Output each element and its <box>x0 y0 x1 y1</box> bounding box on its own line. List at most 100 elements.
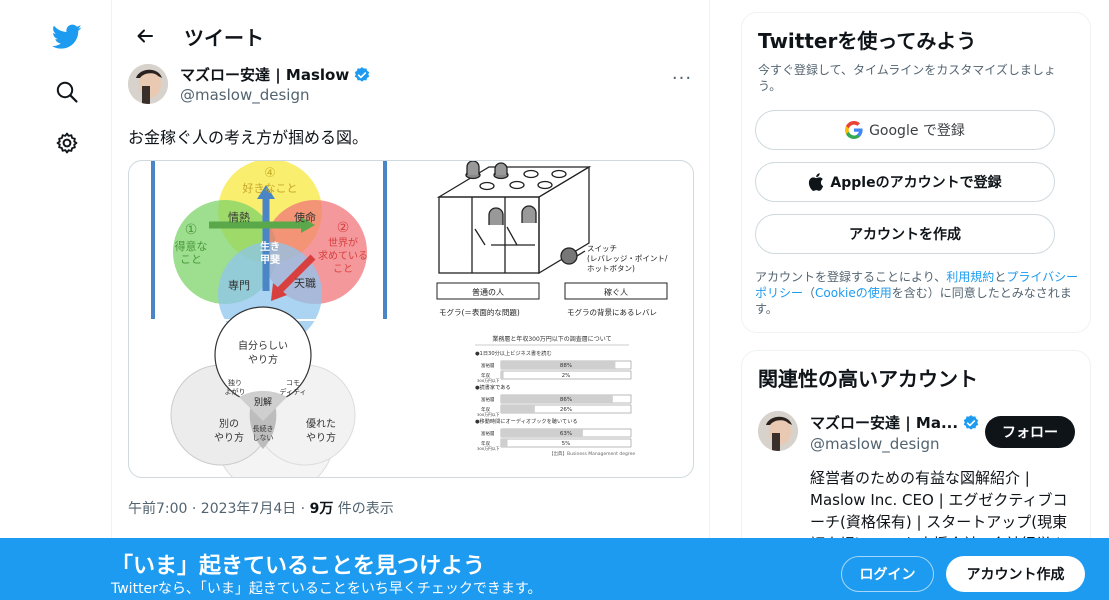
venn3-left-1: 別の <box>219 418 239 430</box>
survey-bar <box>501 361 616 369</box>
survey-bar-value: 2% <box>562 373 571 379</box>
avatar[interactable] <box>128 64 168 104</box>
survey-bar <box>501 371 504 379</box>
venn-number-1: ① <box>185 222 198 238</box>
survey-bar-value: 86% <box>560 397 572 403</box>
tweet-timestamp[interactable]: 午前7:00 · 2023年7月4日 · <box>128 501 310 517</box>
venn-number-2: ② <box>337 220 350 236</box>
signup-legal-text: アカウントを登録することにより、利用規約とプライバシーポリシー（Cookieの使… <box>755 270 1079 316</box>
venn3-overlap-a-2: よがり <box>225 387 246 396</box>
survey-chart: ●1日30分以上ビジネス書を読む富裕層 88%年収300万円以下2%●読書家である… <box>475 349 632 451</box>
label-earner: 稼ぐ人 <box>604 287 628 297</box>
google-icon <box>845 121 863 139</box>
survey-source: 【出典】Business Management degree <box>549 450 635 457</box>
author-handle[interactable]: @maslow_design <box>180 86 371 104</box>
google-signup-button[interactable]: Google で登録 <box>755 110 1055 150</box>
survey-title: 業務層と年収300万円以下の調査層について <box>492 335 611 343</box>
venn-label-left-1: 得意な <box>175 239 208 253</box>
apple-signup-button[interactable]: Appleのアカウントで登録 <box>755 162 1055 202</box>
venn3-top-1: 自分らしい <box>238 339 288 352</box>
switch-label-3: ホットボタン) <box>587 264 635 273</box>
login-button[interactable]: ログイン <box>841 556 934 592</box>
tweet-image[interactable]: ④ 好きなこと ① 得意な こと ② 世界が 求めている こと 情熱 使命 専門… <box>128 160 694 478</box>
survey-row-label: 富裕層 <box>481 362 495 369</box>
switch-label-1: スイッチ <box>587 244 617 253</box>
venn3-right-1: 優れた <box>306 417 336 430</box>
author-name[interactable]: マズロー安達 | Maslow <box>180 64 371 85</box>
venn3-overlap-d-2: しない <box>253 434 274 442</box>
survey-bar-value: 5% <box>562 441 571 447</box>
signup-title: Twitterを使ってみよう <box>758 29 977 53</box>
page-title: ツイート <box>184 25 264 50</box>
survey-question-3: ●移動時間にオーディオブックを聴いている <box>475 417 578 425</box>
search-icon[interactable] <box>48 73 86 111</box>
create-account-button[interactable]: アカウントを作成 <box>755 214 1055 254</box>
venn-label-center-1: 生き <box>260 240 280 253</box>
views-label: 件の表示 <box>333 501 394 517</box>
venn-label-right-1: 世界が <box>328 236 358 249</box>
mole-box-diagram <box>436 161 592 275</box>
tweet-column: ツイート マズロー安達 | Maslow @maslow_design ··· … <box>112 0 710 600</box>
venn-label-right-2: 求めている <box>318 250 368 262</box>
survey-row-label-sub: 300万円以下 <box>477 378 500 383</box>
more-icon[interactable]: ··· <box>668 64 696 92</box>
survey-bar-value: 26% <box>560 407 572 413</box>
related-user-handle[interactable]: @maslow_design <box>810 435 940 453</box>
survey-bar <box>501 405 535 413</box>
related-title: 関連性の高いアカウント <box>758 367 978 391</box>
bottom-signup-banner: 「いま」起きていることを見つけよう Twitterなら、「いま」起きていることを… <box>0 538 1109 600</box>
survey-question-2: ●読書家である <box>475 383 511 391</box>
venn3-center: 別解 <box>254 396 272 408</box>
verified-badge-icon <box>355 66 370 82</box>
survey-bar-value: 88% <box>560 363 572 369</box>
tweet-header: ツイート <box>112 0 709 72</box>
apple-icon <box>809 173 824 191</box>
tweet-author: マズロー安達 | Maslow @maslow_design ··· <box>128 64 696 104</box>
venn3-overlap-b-2: ディティ <box>279 387 306 396</box>
gear-icon[interactable] <box>48 124 86 162</box>
caption-mole-background: モグラの背景にあるレバレ <box>567 307 657 317</box>
tweet-text: お金稼ぐ人の考え方が掴める図。 <box>128 128 369 147</box>
venn-label-tenshoku: 天職 <box>294 277 316 290</box>
left-nav <box>0 0 112 600</box>
venn-label-right-3: こと <box>333 263 353 275</box>
switch-label-2: (レバレッジ・ポイント/ <box>587 254 668 263</box>
venn-number-4: ④ <box>264 166 276 181</box>
venn-label-center-2: 甲斐 <box>260 253 281 266</box>
venn3-right-2: やり方 <box>306 431 336 444</box>
venn3-overlap-d-1: 長続き <box>253 424 274 433</box>
signup-subtitle: 今すぐ登録して、タイムラインをカスタマイズしましょう。 <box>758 63 1056 93</box>
related-user-name[interactable]: マズロー安達 | Ma... <box>810 412 980 433</box>
follow-button[interactable]: フォロー <box>985 416 1075 448</box>
venn-label-left-2: こと <box>180 253 202 266</box>
caption-mole-surface: モグラ(＝表面的な問題) <box>439 307 520 317</box>
venn3-overlap-b-1: コモ <box>286 379 300 387</box>
venn-label-top: 好きなこと <box>243 181 298 195</box>
venn3-top-2: やり方 <box>248 353 278 366</box>
label-ordinary-person: 普通の人 <box>472 287 504 297</box>
terms-link[interactable]: 利用規約 <box>946 270 994 284</box>
venn-label-senmon: 専門 <box>228 279 250 292</box>
survey-bar <box>501 439 508 447</box>
venn3-overlap-a-1: 独り <box>228 378 242 387</box>
tweet-meta: 午前7:00 · 2023年7月4日 · 9万 件の表示 <box>128 498 394 518</box>
survey-row-label: 富裕層 <box>481 396 495 403</box>
back-arrow-icon[interactable] <box>128 19 162 53</box>
survey-row-label: 富裕層 <box>481 430 495 437</box>
survey-question-1: ●1日30分以上ビジネス書を読む <box>475 349 552 357</box>
avatar[interactable] <box>758 411 798 451</box>
venn3-left-2: やり方 <box>214 431 244 444</box>
venn-diagram-method <box>170 306 356 477</box>
venn-label-shimei: 使命 <box>294 210 316 224</box>
survey-row-label-sub: 300万円以下 <box>477 412 500 417</box>
signup-button[interactable]: アカウント作成 <box>946 556 1085 592</box>
survey-bar-value: 63% <box>560 431 572 437</box>
views-count: 9万 <box>309 501 334 517</box>
survey-row-label-sub: 300万円以下 <box>477 446 500 451</box>
twitter-bird-icon[interactable] <box>48 18 86 56</box>
cookie-link[interactable]: Cookieの使用 <box>815 286 892 300</box>
venn-label-jonetsu: 情熱 <box>228 211 250 224</box>
signup-card: Twitterを使ってみよう 今すぐ登録して、タイムラインをカスタマイズしましょ… <box>741 12 1091 333</box>
survey-bar <box>501 395 613 403</box>
verified-badge-icon <box>963 414 979 430</box>
